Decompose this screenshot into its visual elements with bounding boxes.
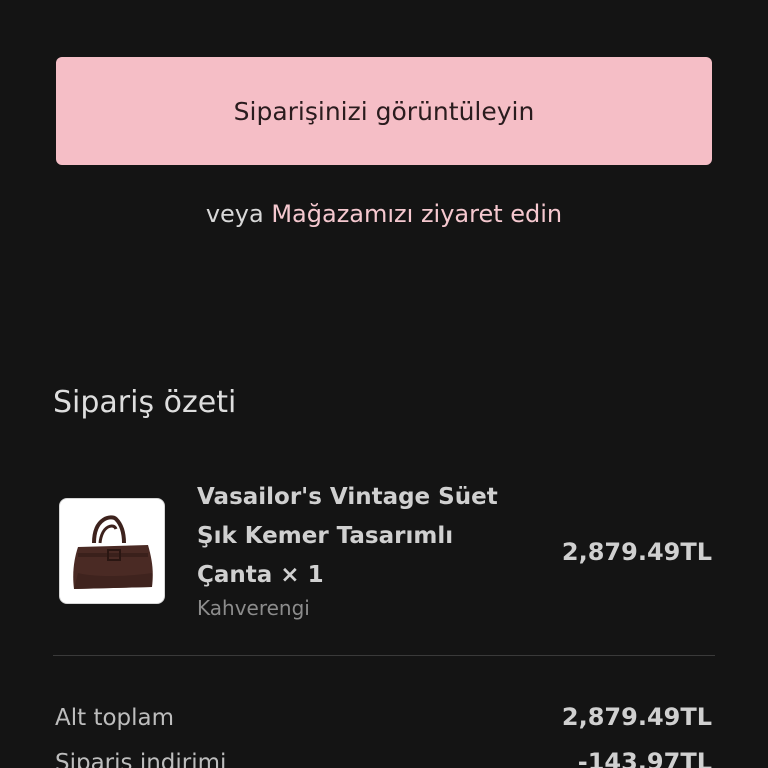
- product-thumbnail: [59, 498, 165, 604]
- visit-store-link[interactable]: Mağazamızı ziyaret edin: [271, 200, 562, 228]
- product-price: 2,879.49TL: [561, 538, 712, 566]
- product-name: Vasailor's Vintage Süet Şık Kemer Tasarı…: [197, 478, 527, 595]
- visit-store-line: veya Mağazamızı ziyaret edin: [0, 200, 768, 228]
- product-name-line: Vasailor's Vintage Süet: [197, 484, 498, 510]
- view-order-button[interactable]: Siparişinizi görüntüleyin: [56, 57, 712, 165]
- or-text: veya: [205, 200, 272, 228]
- handbag-icon: [73, 515, 153, 589]
- product-name-line: Şık Kemer Tasarımlı: [197, 523, 454, 549]
- order-discount-label: Sipariş indirimi: [55, 750, 227, 768]
- order-summary-title: Sipariş özeti: [53, 385, 237, 420]
- product-name-line: Çanta × 1: [197, 562, 324, 588]
- product-variant: Kahverengi: [197, 596, 310, 620]
- order-discount-value: -143.97TL: [577, 748, 712, 768]
- subtotal-label: Alt toplam: [55, 705, 175, 731]
- subtotal-value: 2,879.49TL: [561, 703, 712, 731]
- order-confirmation-page: Siparişinizi görüntüleyin veya Mağazamız…: [0, 0, 768, 768]
- summary-divider: [53, 655, 715, 656]
